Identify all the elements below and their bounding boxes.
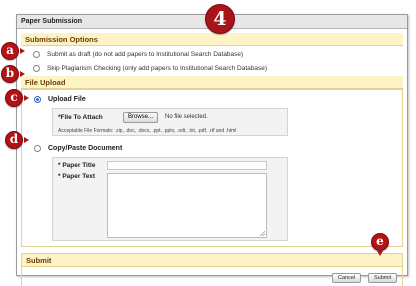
upload-file-option[interactable]: Upload File <box>34 96 86 103</box>
upload-file-label: Upload File <box>48 96 86 103</box>
submit-box: Submit Cancel Submit <box>21 253 403 286</box>
copy-paste-label: Copy/Paste Document <box>48 145 123 152</box>
file-attach-box: *File To Attach Browse... No file select… <box>52 108 288 136</box>
paper-text-label: * Paper Text <box>58 173 96 180</box>
submit-as-draft-label: Submit as draft (do not add papers to In… <box>47 50 244 58</box>
acceptable-formats-text: Acceptable File Formats: .zip, .doc, .do… <box>58 128 237 134</box>
marker-arrow-a-icon <box>20 48 25 54</box>
marker-arrow-b-icon <box>20 71 25 77</box>
submit-as-draft-radio[interactable] <box>33 50 40 58</box>
marker-arrow-e-icon <box>377 251 383 256</box>
file-upload-header: File Upload <box>21 76 403 89</box>
paper-submission-panel: Paper Submission Submission Options Subm… <box>16 14 408 286</box>
file-to-attach-label: *File To Attach <box>58 114 103 121</box>
submission-options-header: Submission Options <box>21 33 403 46</box>
submit-as-draft-option[interactable]: Submit as draft (do not add papers to In… <box>33 48 243 60</box>
cancel-button[interactable]: Cancel <box>332 273 362 283</box>
submit-header: Submit <box>22 254 402 267</box>
skip-plagiarism-radio[interactable] <box>33 64 40 72</box>
callout-marker-a: a <box>1 42 19 60</box>
upload-file-radio[interactable] <box>34 96 41 103</box>
no-file-selected-text: No file selected. <box>165 114 208 120</box>
submit-button[interactable]: Submit <box>368 273 398 283</box>
callout-marker-4: 4 <box>205 4 235 34</box>
resize-grip-icon[interactable] <box>260 231 265 236</box>
marker-arrow-d-icon <box>24 137 29 143</box>
callout-marker-d: d <box>5 131 23 149</box>
copy-paste-box: * Paper Title * Paper Text <box>52 157 288 241</box>
copy-paste-option[interactable]: Copy/Paste Document <box>34 145 122 152</box>
paper-title-label: * Paper Title <box>58 162 96 169</box>
skip-plagiarism-label: Skip Plagiarism Checking (only add paper… <box>47 64 268 72</box>
marker-arrow-c-icon <box>24 95 29 101</box>
skip-plagiarism-option[interactable]: Skip Plagiarism Checking (only add paper… <box>33 62 267 74</box>
callout-marker-c: c <box>5 89 23 107</box>
copy-paste-radio[interactable] <box>34 145 41 152</box>
paper-text-area[interactable] <box>107 173 267 238</box>
callout-marker-e: e <box>371 233 389 251</box>
paper-title-input[interactable] <box>107 161 267 170</box>
callout-marker-b: b <box>1 65 19 83</box>
file-upload-box: Upload File *File To Attach Browse... No… <box>21 89 403 247</box>
browse-button[interactable]: Browse... <box>123 112 159 123</box>
